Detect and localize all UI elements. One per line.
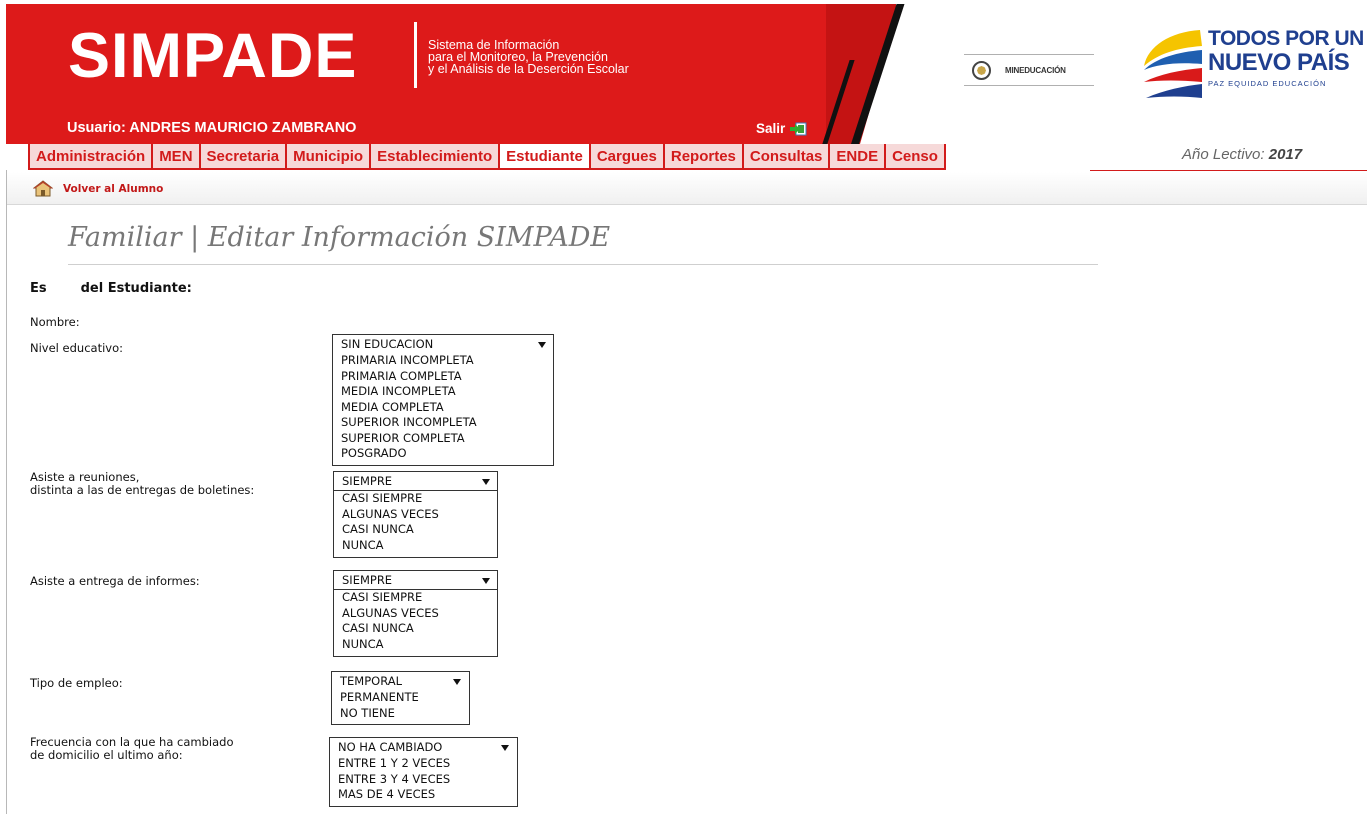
logo-subtitle-line: y el Análisis de la Deserción Escolar [428,62,629,76]
title-divider [68,264,1098,265]
sub-toolbar [7,172,1367,205]
menu-item-men[interactable]: MEN [153,144,201,168]
back-link-label: Volver al Alumno [63,182,164,195]
tipo-empleo-select[interactable]: TEMPORAL PERMANENTE NO TIENE [331,671,470,725]
chevron-down-icon [482,479,490,485]
coat-of-arms-icon [972,60,991,80]
select-selected-option: TEMPORAL [340,674,461,690]
select-option[interactable]: PRIMARIA INCOMPLETA [341,353,545,369]
brand-tagline: PAZ EQUIDAD EDUCACIÓN [1208,79,1327,88]
brand-line: TODOS POR UN [1208,27,1364,50]
ministry-logo: MINEDUCACIÓN [964,54,1094,86]
nivel-educativo-select[interactable]: SIN EDUCACION PRIMARIA INCOMPLETA PRIMAR… [332,334,554,466]
nombre-label: Nombre: [30,315,80,329]
select-option[interactable]: CASI NUNCA [342,621,489,637]
menu-item-ende[interactable]: ENDE [830,144,887,168]
select-option[interactable]: ALGUNAS VECES [342,606,489,622]
logout-label: Salir [756,121,786,136]
menu-item-reportes[interactable]: Reportes [665,144,744,168]
informes-select[interactable]: SIEMPRE CASI SIEMPRE ALGUNAS VECES CASI … [333,570,498,657]
select-option[interactable]: CASI NUNCA [342,522,489,538]
exit-icon [790,122,807,136]
government-brand-logo: TODOS POR UN NUEVO PAÍS PAZ EQUIDAD EDUC… [1140,24,1364,108]
school-year-label: Año Lectivo: [1182,146,1265,163]
select-option[interactable]: CASI SIEMPRE [342,590,489,606]
back-to-student-link[interactable]: Volver al Alumno [32,180,164,197]
select-selected-option: SIEMPRE [342,474,490,490]
select-option[interactable]: MEDIA COMPLETA [341,400,545,416]
student-header-part: Es [30,281,47,296]
menu-item-administracion[interactable]: Administración [30,144,154,168]
simpade-logo: SIMPADE [68,21,358,91]
select-option[interactable]: POSGRADO [341,446,545,462]
tipo-empleo-label: Tipo de empleo: [30,676,123,690]
brand-line: NUEVO PAÍS [1208,49,1350,76]
home-icon [32,180,54,197]
student-header: Es del Estudiante: [30,281,192,296]
select-selected-option: SIEMPRE [342,573,490,589]
select-option[interactable]: SUPERIOR INCOMPLETA [341,415,545,431]
menu-item-censo[interactable]: Censo [886,144,944,168]
page-border [6,170,7,814]
menu-item-establecimiento[interactable]: Establecimiento [371,144,501,168]
select-option[interactable]: PRIMARIA COMPLETA [341,369,545,385]
main-menu: Administración MEN Secretaria Municipio … [28,144,946,170]
select-option[interactable]: NUNCA [342,637,489,653]
chevron-down-icon [453,679,461,685]
menu-underline [1090,170,1367,171]
school-year-value: 2017 [1268,146,1303,163]
chevron-down-icon [482,578,490,584]
select-option[interactable]: MAS DE 4 VECES [338,787,509,803]
select-option[interactable]: NUNCA [342,538,489,554]
reuniones-label: Asiste a reuniones, distinta a las de en… [30,470,255,497]
domicilio-select[interactable]: NO HA CAMBIADO ENTRE 1 Y 2 VECES ENTRE 3… [329,737,518,807]
select-option[interactable]: PERMANENTE [340,690,461,706]
nivel-educativo-label: Nivel educativo: [30,341,123,355]
select-option[interactable]: ENTRE 3 Y 4 VECES [338,772,509,788]
select-option[interactable]: CASI SIEMPRE [342,491,489,507]
student-header-part: del Estudiante: [80,281,192,296]
logo-subtitle: Sistema de Información para el Monitoreo… [428,39,629,76]
select-option[interactable]: ENTRE 1 Y 2 VECES [338,756,509,772]
informes-label: Asiste a entrega de informes: [30,574,200,588]
select-option[interactable]: SUPERIOR COMPLETA [341,431,545,447]
reuniones-select[interactable]: SIEMPRE CASI SIEMPRE ALGUNAS VECES CASI … [333,471,498,558]
menu-item-secretaria[interactable]: Secretaria [201,144,288,168]
chevron-down-icon [538,342,546,348]
page-title: Familiar | Editar Información SIMPADE [68,222,611,253]
select-selected-option: NO HA CAMBIADO [338,740,509,756]
domicilio-label: Frecuencia con la que ha cambiado de dom… [30,735,234,762]
school-year: Año Lectivo: 2017 [1182,146,1302,163]
logout-button[interactable]: Salir [756,121,807,136]
current-user: Usuario: ANDRES MAURICIO ZAMBRANO [67,120,357,136]
select-option[interactable]: ALGUNAS VECES [342,507,489,523]
menu-item-consultas[interactable]: Consultas [744,144,831,168]
select-option[interactable]: NO TIENE [340,706,461,722]
chevron-down-icon [501,745,509,751]
select-selected-option: SIN EDUCACION [341,337,546,353]
ministry-label: MINEDUCACIÓN [1005,65,1066,75]
menu-item-municipio[interactable]: Municipio [287,144,372,168]
menu-item-cargues[interactable]: Cargues [591,144,665,168]
select-option[interactable]: MEDIA INCOMPLETA [341,384,545,400]
flag-swoosh-icon [1144,30,1202,98]
menu-item-estudiante[interactable]: Estudiante [500,144,591,168]
logo-divider [414,22,417,88]
